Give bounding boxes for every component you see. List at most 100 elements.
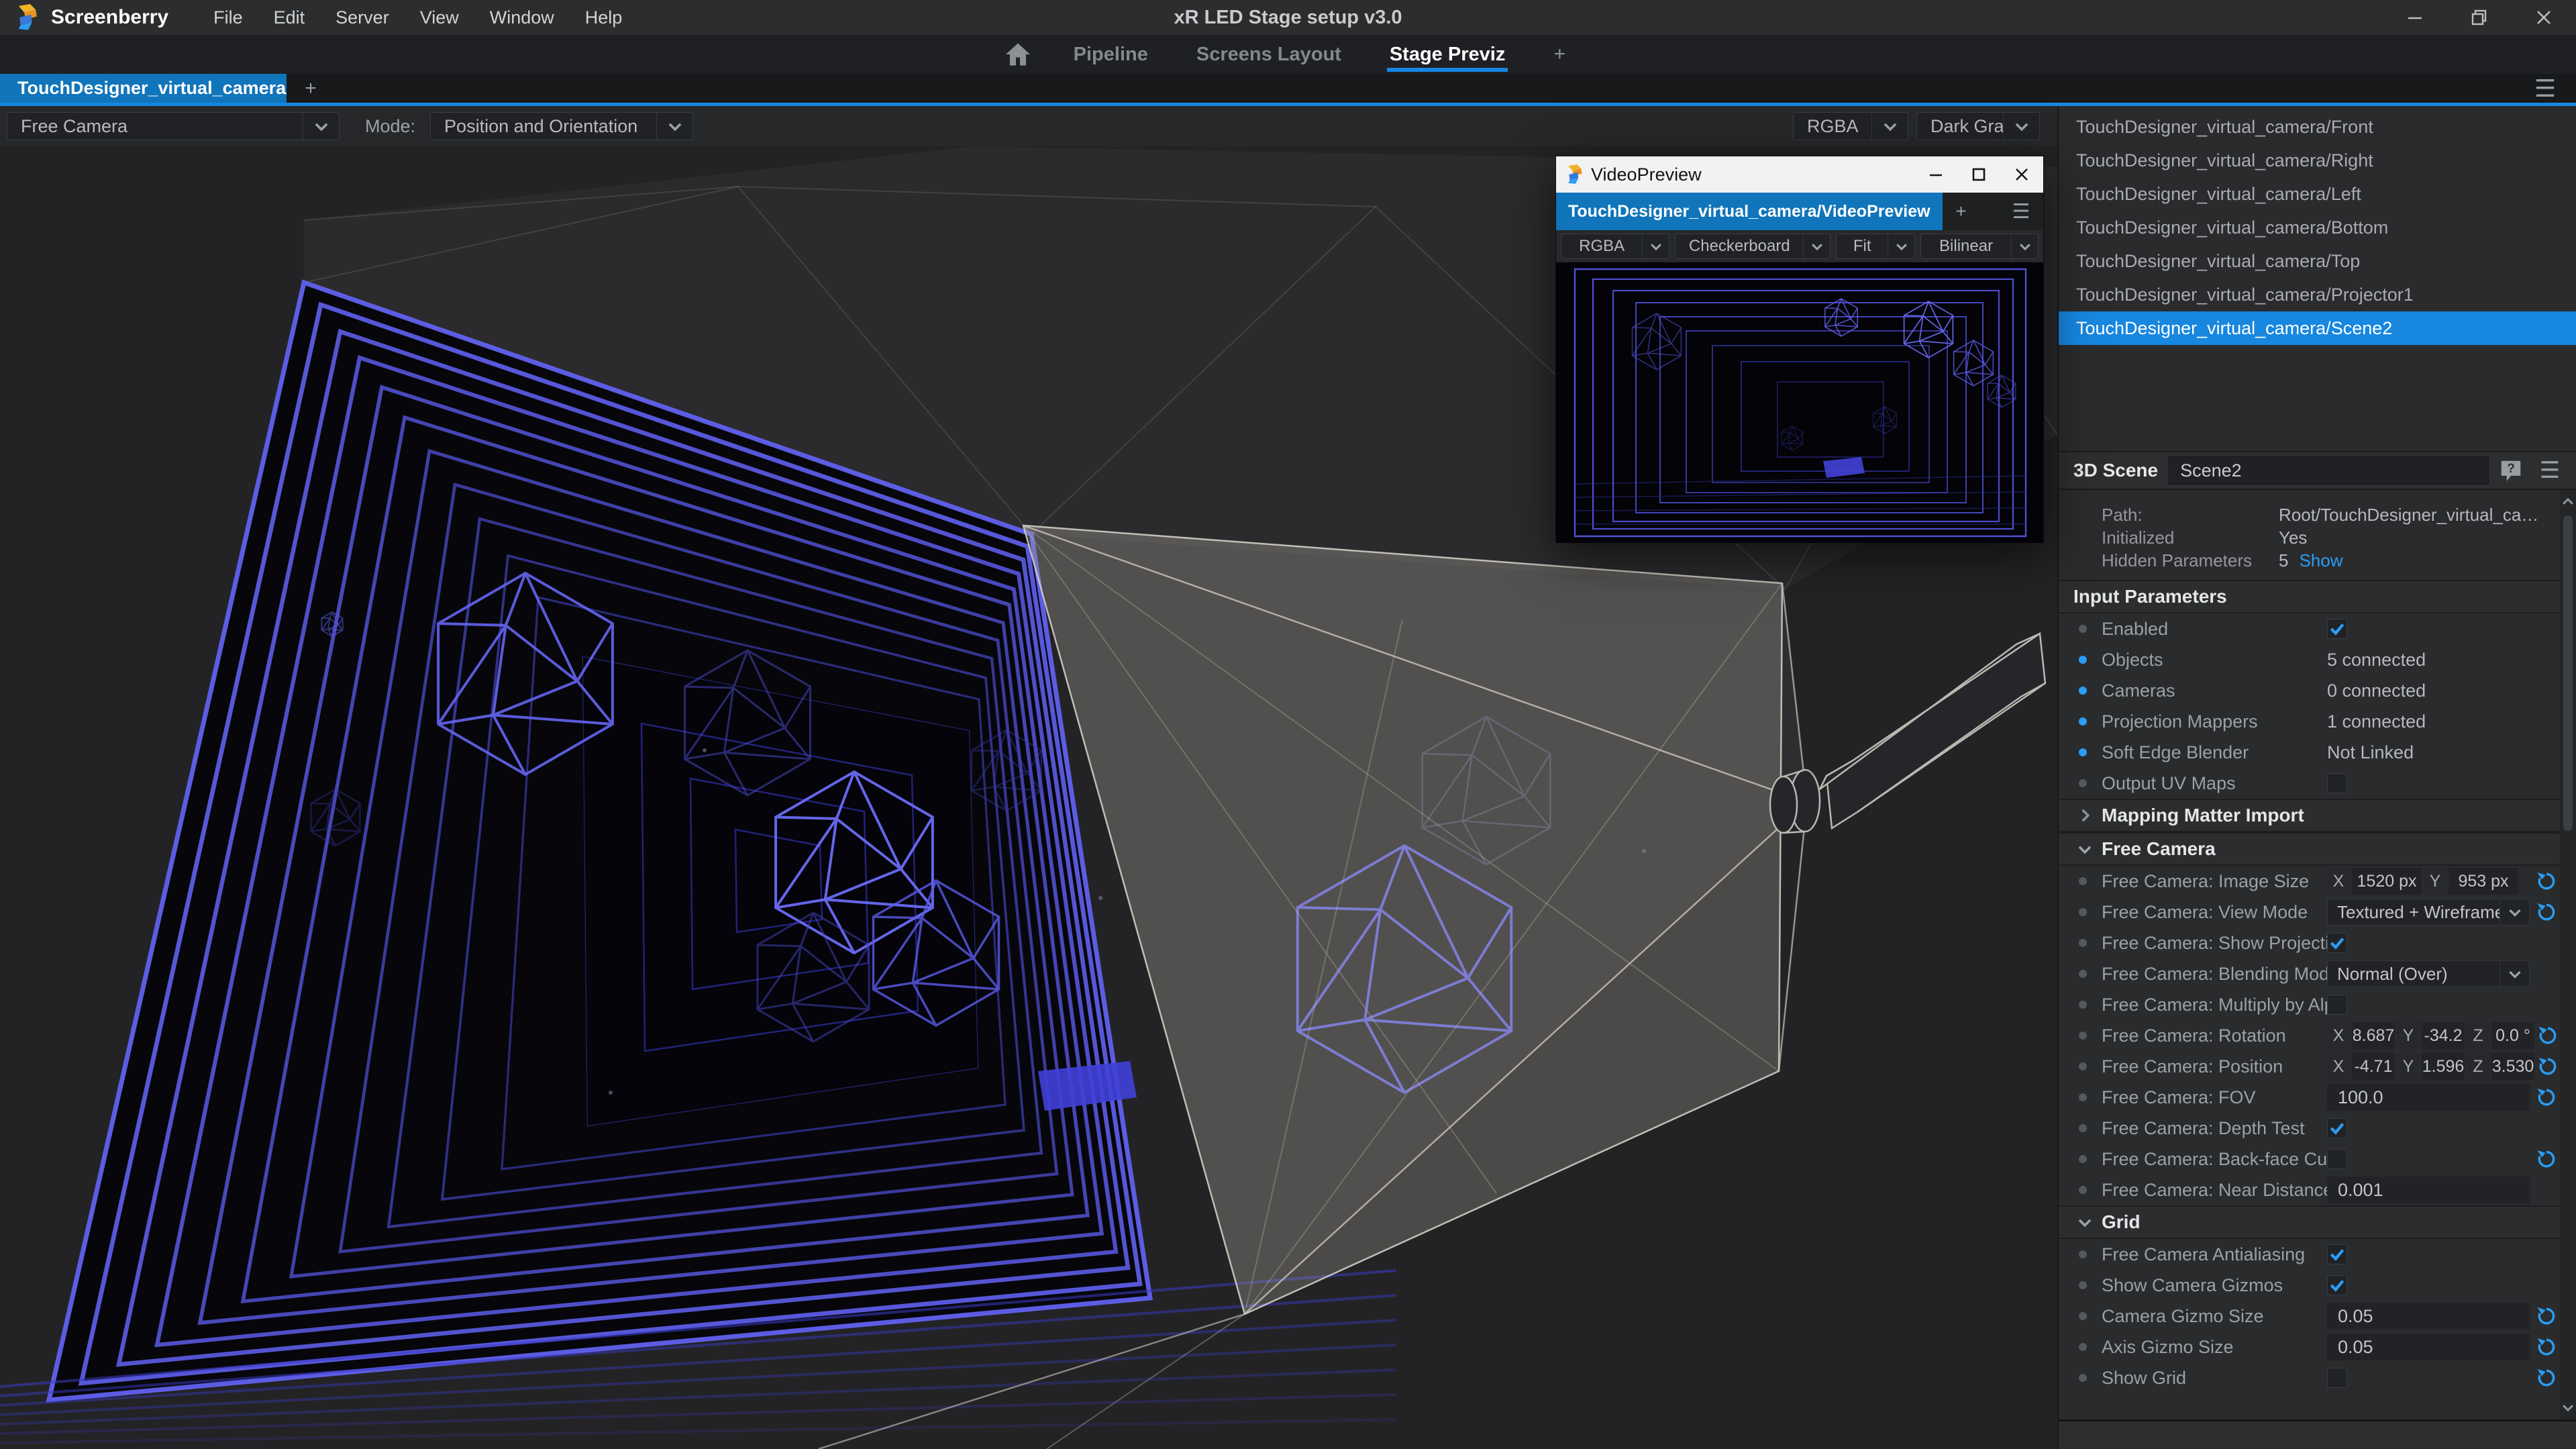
menu-server[interactable]: Server bbox=[320, 0, 405, 35]
tab-menu-icon[interactable]: ☰ bbox=[1999, 193, 2043, 230]
checkbox[interactable] bbox=[2327, 1275, 2347, 1295]
chevron-down-icon bbox=[303, 113, 339, 140]
menu-window[interactable]: Window bbox=[474, 0, 570, 35]
menu-view[interactable]: View bbox=[405, 0, 474, 35]
scroll-down-icon[interactable] bbox=[2560, 1395, 2576, 1419]
nav-tab-stage-previz[interactable]: Stage Previz bbox=[1366, 35, 1529, 74]
reset-icon[interactable] bbox=[2533, 1084, 2560, 1111]
section-header-grid[interactable]: Grid bbox=[2059, 1205, 2560, 1239]
reset-icon[interactable] bbox=[2533, 1303, 2560, 1330]
connected-dot-icon bbox=[2079, 687, 2087, 695]
nav-tab-pipeline[interactable]: Pipeline bbox=[1049, 35, 1172, 74]
reset-icon[interactable] bbox=[2533, 1334, 2560, 1360]
scroll-up-icon[interactable] bbox=[2560, 490, 2576, 514]
checkbox[interactable] bbox=[2327, 1149, 2347, 1169]
axis-field[interactable]: -4.71 bbox=[2352, 1053, 2395, 1080]
axis-field[interactable]: 3.530 bbox=[2491, 1053, 2534, 1080]
video-preview-window[interactable]: VideoPreview TouchDesigner_virtual_camer… bbox=[1555, 156, 2044, 542]
right-panel: TouchDesigner_virtual_camera/FrontTouchD… bbox=[2057, 106, 2576, 1449]
nav-tab-screens-layout[interactable]: Screens Layout bbox=[1172, 35, 1366, 74]
axis-field[interactable]: 1520 px bbox=[2352, 868, 2422, 895]
reset-icon[interactable] bbox=[2533, 868, 2560, 895]
mode-select[interactable]: Position and Orientation bbox=[430, 112, 693, 140]
menu-file[interactable]: File bbox=[198, 0, 258, 35]
panel-menu-icon[interactable]: ☰ bbox=[2533, 456, 2567, 485]
add-layout-button[interactable]: + bbox=[1536, 35, 1583, 74]
axis-field[interactable]: 1.596 bbox=[2422, 1053, 2465, 1080]
reset-icon[interactable] bbox=[2533, 1146, 2560, 1172]
show-link[interactable]: Show bbox=[2299, 550, 2342, 571]
minimize-icon[interactable] bbox=[1914, 156, 1957, 193]
axis-field[interactable]: 8.687 bbox=[2352, 1022, 2395, 1049]
menu-help[interactable]: Help bbox=[570, 0, 638, 35]
preview-select-checkerboard[interactable]: Checkerboard bbox=[1675, 234, 1831, 259]
camera-list-item[interactable]: TouchDesigner_virtual_camera/Top bbox=[2059, 244, 2576, 278]
camera-list-item[interactable]: TouchDesigner_virtual_camera/Projector1 bbox=[2059, 278, 2576, 311]
dropdown-select[interactable]: Normal (Over) bbox=[2327, 960, 2530, 987]
section-title: Free Camera bbox=[2102, 838, 2216, 860]
scene-name-input[interactable] bbox=[2169, 456, 2489, 485]
close-icon[interactable] bbox=[2512, 0, 2576, 35]
section-header-mapping-matter-import[interactable]: Mapping Matter Import bbox=[2059, 799, 2560, 832]
axis-field[interactable]: -34.2 bbox=[2422, 1022, 2465, 1049]
section-header-free-camera[interactable]: Free Camera bbox=[2059, 832, 2560, 866]
camera-list-item[interactable]: TouchDesigner_virtual_camera/Left bbox=[2059, 177, 2576, 211]
dropdown-select[interactable]: Textured + Wireframe bbox=[2327, 899, 2530, 926]
video-preview-tab[interactable]: TouchDesigner_virtual_camera/VideoPrevie… bbox=[1556, 193, 1943, 230]
checkbox[interactable] bbox=[2327, 1368, 2347, 1388]
reset-icon[interactable] bbox=[2533, 1364, 2560, 1391]
menu-edit[interactable]: Edit bbox=[258, 0, 321, 35]
restore-icon[interactable] bbox=[2447, 0, 2512, 35]
camera-list-item[interactable]: TouchDesigner_virtual_camera/Scene2 bbox=[2059, 311, 2576, 345]
axis-field[interactable]: 0.0 ° bbox=[2491, 1022, 2534, 1049]
scrollbar-thumb[interactable] bbox=[2563, 515, 2573, 831]
minimize-icon[interactable] bbox=[2383, 0, 2447, 35]
checkbox[interactable] bbox=[2327, 933, 2347, 953]
preview-select-fit[interactable]: Fit bbox=[1836, 234, 1915, 259]
help-icon[interactable]: ? bbox=[2494, 456, 2528, 485]
reset-icon[interactable] bbox=[2533, 899, 2560, 926]
text-field[interactable]: 100.0 bbox=[2327, 1084, 2530, 1111]
param-value: 1 connected bbox=[2327, 711, 2426, 732]
param-label: Enabled bbox=[2102, 619, 2327, 640]
workspace-tab-active[interactable]: TouchDesigner_virtual_camera/Scene2 bbox=[0, 74, 287, 103]
param-row: Free Camera: Back-face Culling bbox=[2059, 1144, 2560, 1175]
maximize-icon[interactable] bbox=[1957, 156, 2000, 193]
axis-field[interactable]: 953 px bbox=[2449, 868, 2518, 895]
video-preview-canvas[interactable] bbox=[1556, 262, 2043, 542]
checkbox[interactable] bbox=[2327, 619, 2347, 639]
channel-select[interactable]: RGBA bbox=[1793, 112, 1908, 140]
tab-menu-icon[interactable]: ☰ bbox=[2514, 74, 2576, 103]
preview-select-bilinear[interactable]: Bilinear bbox=[1920, 234, 2039, 259]
info-value: Yes bbox=[2279, 528, 2307, 548]
checkbox[interactable] bbox=[2327, 773, 2347, 793]
camera-list-item[interactable]: TouchDesigner_virtual_camera/Right bbox=[2059, 144, 2576, 177]
reset-icon[interactable] bbox=[2534, 1053, 2560, 1080]
camera-list-item[interactable]: TouchDesigner_virtual_camera/Front bbox=[2059, 110, 2576, 144]
window-title: xR LED Stage setup v3.0 bbox=[1174, 0, 1402, 35]
chevron-down-icon bbox=[2003, 113, 2039, 140]
checkbox[interactable] bbox=[2327, 995, 2347, 1015]
close-icon[interactable] bbox=[2000, 156, 2043, 193]
checkbox[interactable] bbox=[2327, 1244, 2347, 1264]
param-value: Not Linked bbox=[2327, 742, 2414, 763]
video-preview-title-bar[interactable]: VideoPreview bbox=[1556, 156, 2043, 193]
home-icon[interactable] bbox=[993, 35, 1043, 74]
add-tab-button[interactable]: + bbox=[1943, 193, 1980, 230]
text-field[interactable]: 0.05 bbox=[2327, 1303, 2530, 1330]
scrollbar[interactable] bbox=[2560, 490, 2576, 1419]
section-header-input-parameters[interactable]: Input Parameters bbox=[2059, 580, 2560, 613]
param-dot-icon bbox=[2079, 1062, 2087, 1070]
chevron-down-icon bbox=[1888, 234, 1914, 258]
background-select[interactable]: Dark Gray bbox=[1916, 112, 2040, 140]
text-field[interactable]: 0.05 bbox=[2327, 1334, 2530, 1360]
preview-select-rgba[interactable]: RGBA bbox=[1561, 234, 1669, 259]
add-workspace-tab-button[interactable]: + bbox=[287, 74, 335, 103]
text-field[interactable]: 0.001 bbox=[2327, 1177, 2530, 1203]
camera-select[interactable]: Free Camera bbox=[7, 112, 340, 140]
reset-icon[interactable] bbox=[2534, 1022, 2560, 1049]
param-control: 0.05 bbox=[2327, 1303, 2560, 1330]
param-label: Output UV Maps bbox=[2102, 773, 2327, 794]
checkbox[interactable] bbox=[2327, 1118, 2347, 1138]
camera-list-item[interactable]: TouchDesigner_virtual_camera/Bottom bbox=[2059, 211, 2576, 244]
